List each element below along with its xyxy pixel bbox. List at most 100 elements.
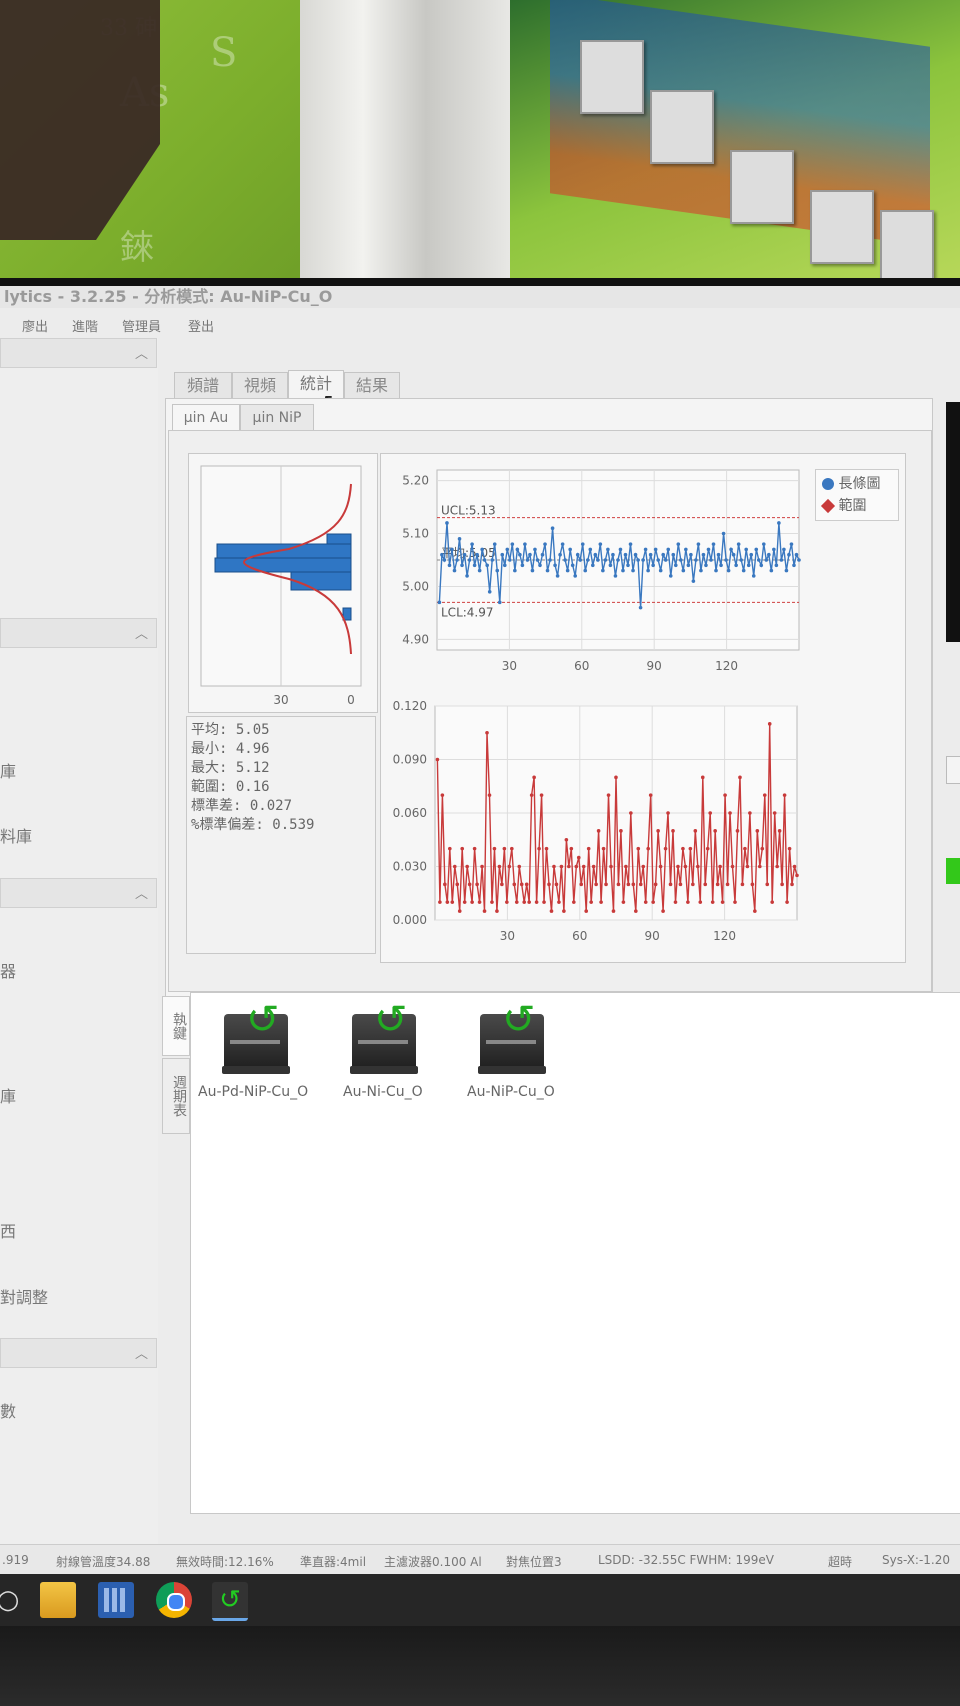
left-pane-label[interactable]: 料庫 — [0, 823, 32, 847]
left-pane-label[interactable]: 庫 — [0, 1083, 16, 1107]
left-section-header[interactable]: ︿ — [0, 878, 157, 908]
calculator-icon[interactable] — [98, 1582, 134, 1618]
data-point — [606, 793, 611, 797]
analysis-mode-label[interactable]: Au-Ni-Cu_O — [343, 1084, 423, 1100]
data-point — [648, 793, 653, 797]
data-point — [777, 829, 782, 833]
subtab-uin-au[interactable]: µin Au — [172, 404, 240, 431]
left-pane-label[interactable]: 庫 — [0, 758, 16, 782]
data-point — [668, 882, 673, 887]
left-pane-label[interactable]: 西 — [0, 1218, 16, 1242]
analysis-mode-label[interactable]: Au-Pd-NiP-Cu_O — [198, 1084, 308, 1100]
data-point — [782, 547, 786, 552]
chevron-up-icon[interactable]: ︿ — [135, 343, 148, 362]
green-arrow-icon: ↺ — [246, 997, 280, 1043]
status-tube-temp: 射線管溫度34.88 — [56, 1555, 151, 1569]
data-point — [608, 563, 613, 568]
tab-video[interactable]: 視頻 — [232, 372, 288, 399]
chrome-icon[interactable] — [156, 1582, 192, 1618]
data-point — [572, 900, 576, 904]
histogram-tick: 0 — [347, 693, 355, 707]
data-point — [525, 558, 530, 562]
menu-item-advanced[interactable]: 進階 — [72, 316, 98, 335]
data-point — [519, 882, 524, 887]
data-point — [686, 900, 690, 904]
y-tick-label: 0.000 — [393, 913, 427, 927]
legend-circle-icon — [822, 478, 834, 490]
power-icon[interactable]: ○ — [0, 1582, 26, 1618]
stat-min: 最小: 4.96 — [191, 741, 270, 757]
data-point — [748, 811, 752, 815]
menu-item-logout[interactable]: 登出 — [188, 316, 214, 335]
data-point — [751, 574, 756, 578]
analysis-mode-icon[interactable]: ↺ — [472, 1000, 552, 1080]
data-point — [522, 900, 527, 904]
tab-results[interactable]: 結果 — [344, 372, 400, 399]
menu-item-export[interactable]: 廖出 — [22, 316, 48, 335]
data-point — [452, 864, 457, 869]
data-point — [513, 568, 517, 573]
analysis-mode-label[interactable]: Au-NiP-Cu_O — [467, 1084, 555, 1100]
data-point — [743, 846, 747, 851]
data-point — [601, 568, 605, 573]
data-point — [666, 811, 670, 815]
data-point — [658, 568, 663, 573]
data-point — [497, 600, 502, 605]
chevron-up-icon[interactable]: ︿ — [135, 883, 148, 902]
data-point — [726, 568, 731, 573]
data-point — [604, 882, 608, 887]
data-point — [746, 563, 751, 568]
data-point — [787, 552, 791, 557]
histogram-tick: 30 — [273, 693, 288, 707]
y-tick-label: 0.090 — [393, 753, 427, 767]
side-tab-keys[interactable]: 執鍵 — [162, 996, 190, 1056]
folder-icon[interactable] — [40, 1582, 76, 1618]
data-point — [653, 547, 658, 552]
data-point — [445, 521, 449, 525]
control-charts-svg: 5.205.105.004.9030 60 90 120UCL:5.13平均:5.05… — [393, 469, 801, 943]
left-section-header[interactable]: ︿ — [0, 618, 157, 648]
data-point — [462, 900, 467, 904]
tab-spectrum[interactable]: 頻譜 — [174, 372, 232, 399]
side-tab-periodic-table[interactable]: 週期表 — [162, 1058, 190, 1134]
data-point — [452, 568, 457, 573]
data-point — [540, 552, 545, 557]
data-point — [638, 605, 643, 610]
left-pane-label[interactable]: 器 — [0, 958, 16, 982]
x-tick-label: 90 — [645, 929, 660, 943]
y-tick-label: 5.20 — [402, 474, 429, 488]
data-point — [558, 552, 562, 557]
status-dead-time: 無效時間:12.16% — [176, 1555, 274, 1569]
status-timeout: 超時 — [828, 1555, 853, 1569]
data-point — [666, 547, 671, 552]
data-point — [505, 900, 509, 904]
app-icon[interactable]: ↺ — [212, 1582, 248, 1621]
data-point — [775, 864, 779, 869]
data-point — [598, 542, 603, 546]
data-point — [631, 882, 636, 887]
data-point — [705, 846, 710, 851]
data-point — [683, 864, 688, 869]
data-point — [641, 864, 646, 869]
chevron-up-icon[interactable]: ︿ — [135, 623, 148, 642]
menu-item-admin[interactable]: 管理員 — [122, 316, 161, 335]
data-point — [534, 900, 539, 904]
data-point — [636, 846, 641, 851]
left-section-header[interactable]: ︿ — [0, 338, 157, 368]
data-point — [777, 521, 781, 525]
y-tick-label: 5.10 — [402, 527, 429, 541]
data-point — [679, 558, 683, 562]
booth-pillar — [300, 0, 510, 285]
data-point — [691, 882, 695, 887]
analysis-mode-icon[interactable]: ↺ — [216, 1000, 296, 1080]
left-section-header[interactable]: ︿ — [0, 1338, 157, 1368]
left-pane-label[interactable]: 數 — [0, 1398, 16, 1422]
data-point — [510, 542, 515, 546]
analysis-mode-icon[interactable]: ↺ — [344, 1000, 424, 1080]
subtab-uin-nip[interactable]: µin NiP — [240, 404, 314, 431]
left-pane-label[interactable]: 對調整 — [0, 1284, 48, 1308]
data-point — [517, 864, 522, 869]
right-panel-field[interactable] — [946, 756, 960, 784]
data-point — [529, 793, 534, 797]
chevron-up-icon[interactable]: ︿ — [135, 1343, 148, 1362]
